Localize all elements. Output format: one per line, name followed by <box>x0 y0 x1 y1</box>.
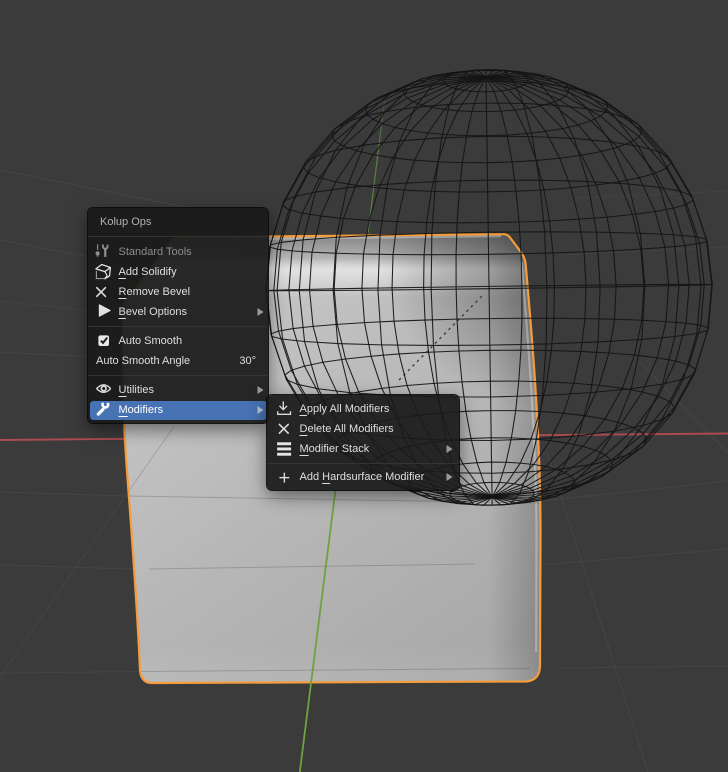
menu-separator <box>267 463 459 464</box>
menu-item-label: Modifier Stack <box>299 443 370 455</box>
submenu-item-add-hardsurface-modifier[interactable]: Add Hardsurface Modifier <box>267 467 459 487</box>
plus-icon <box>276 469 292 485</box>
menu-item-label: Auto Smooth <box>118 335 183 347</box>
submenu-item-apply-all-modifiers[interactable]: Apply All Modifiers <box>267 399 459 419</box>
menu-item-auto-smooth[interactable]: Auto Smooth <box>88 331 268 351</box>
highlight <box>89 400 267 420</box>
context-menu: Kolup Ops Standard Tools Add Solidify Re… <box>88 208 268 423</box>
x-icon <box>276 421 292 437</box>
menu-title: Kolup Ops <box>100 216 152 228</box>
eye-icon <box>95 382 111 398</box>
menu-item-auto-smooth-angle[interactable]: Auto Smooth Angle 30° <box>88 351 268 371</box>
menu-item-bevel-options[interactable]: Bevel Options <box>88 302 268 322</box>
menu-item-label: Modifiers <box>118 404 164 416</box>
play-icon <box>95 304 111 320</box>
menu-item-remove-bevel[interactable]: Remove Bevel <box>88 282 268 302</box>
menu-item-label: Standard Tools <box>118 246 192 258</box>
menu-item-standard-tools[interactable]: Standard Tools <box>88 242 268 262</box>
submenu-arrow-icon <box>446 473 453 481</box>
menu-item-label: Bevel Options <box>118 306 188 318</box>
submenu-arrow-icon <box>257 308 264 316</box>
submenu-item-delete-all-modifiers[interactable]: Delete All Modifiers <box>267 419 459 439</box>
x-icon <box>95 284 111 300</box>
menu-item-label: Add Solidify <box>118 266 177 278</box>
menu-item-add-solidify[interactable]: Add Solidify <box>88 262 268 282</box>
submenu-arrow-icon <box>446 445 453 453</box>
tools-icon <box>95 244 111 260</box>
angle-value: 30° <box>239 355 256 367</box>
menu-separator <box>88 236 268 237</box>
submenu-arrow-icon <box>257 386 264 394</box>
menu-item-label: Apply All Modifiers <box>299 403 390 415</box>
checkbox-checked-icon <box>95 333 111 349</box>
wrench-icon <box>95 402 111 418</box>
3d-viewport[interactable]: Kolup Ops Standard Tools Add Solidify Re… <box>0 0 728 772</box>
menu-separator <box>88 375 268 376</box>
stack-icon <box>276 441 292 457</box>
menu-item-modifiers[interactable]: Modifiers <box>88 400 268 420</box>
menu-item-utilities[interactable]: Utilities <box>88 380 268 400</box>
menu-item-label: Utilities <box>118 384 154 396</box>
menu-item-label: Delete All Modifiers <box>299 423 394 435</box>
menu-separator <box>88 326 268 327</box>
solidify-icon <box>95 264 111 280</box>
submenu-item-modifier-stack[interactable]: Modifier Stack <box>267 439 459 459</box>
submenu-arrow-icon <box>257 406 264 414</box>
import-icon <box>276 401 292 417</box>
menu-item-label: Auto Smooth Angle <box>96 355 191 367</box>
modifiers-submenu: Apply All Modifiers Delete All Modifiers… <box>267 395 459 490</box>
menu-item-label: Remove Bevel <box>118 286 191 298</box>
menu-item-label: Add Hardsurface Modifier <box>299 471 425 483</box>
